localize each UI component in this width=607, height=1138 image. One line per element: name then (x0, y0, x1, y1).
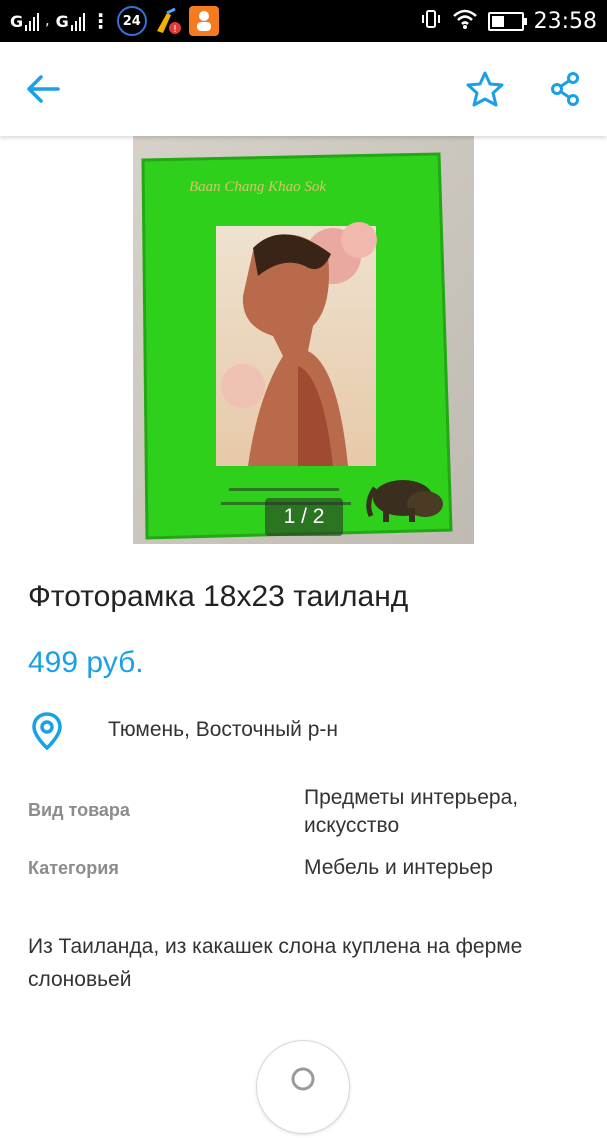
battery-icon (487, 11, 527, 31)
param-label-type: Вид товара (28, 800, 130, 820)
location-pin-icon (30, 711, 64, 751)
frame-caption: Baan Chang Khao Sok (189, 179, 326, 195)
notification-count-badge: 24 (116, 6, 147, 36)
photo-counter: 1 / 2 (265, 498, 343, 536)
back-button[interactable] (20, 66, 66, 112)
listing-photo[interactable]: Baan Chang Khao Sok (133, 136, 474, 544)
param-label-category: Категория (28, 858, 119, 878)
share-icon (551, 72, 579, 106)
param-value-type: Предметы интерьера, искусство (304, 786, 519, 837)
wifi-icon (452, 8, 478, 34)
listing-title: Фтоторамка 18х23 таиланд (28, 580, 409, 613)
signal-sim1-icon: G (10, 12, 40, 31)
seller-avatar-button[interactable] (256, 1040, 350, 1134)
param-value-category: Мебель и интерьер (304, 856, 493, 879)
photo-frame-image: Baan Chang Khao Sok (133, 136, 474, 544)
cleaner-app-icon: ! (153, 7, 183, 35)
vibrate-icon (420, 8, 442, 34)
app-toolbar (0, 42, 607, 136)
photo-gallery[interactable]: Baan Chang Khao Sok 1 / 2 (0, 136, 607, 544)
svg-text:!: ! (173, 24, 177, 35)
star-outline-icon (466, 71, 504, 107)
status-bar: G , G ⋮ 24 ! 23:58 (0, 0, 607, 42)
share-button[interactable] (542, 66, 588, 112)
listing-location[interactable]: Тюмень, Восточный р-н (108, 718, 338, 742)
clock: 23:58 (533, 8, 597, 34)
favorite-button[interactable] (462, 66, 508, 112)
app-notification-icon (188, 6, 219, 36)
user-icon (291, 1067, 315, 1091)
listing-description: Из Таиланда, из какашек слона куплена на… (28, 935, 523, 991)
signal-sim2-icon: G (56, 12, 85, 31)
listing-price: 499 руб. (28, 646, 144, 679)
arrow-left-icon (27, 75, 60, 103)
